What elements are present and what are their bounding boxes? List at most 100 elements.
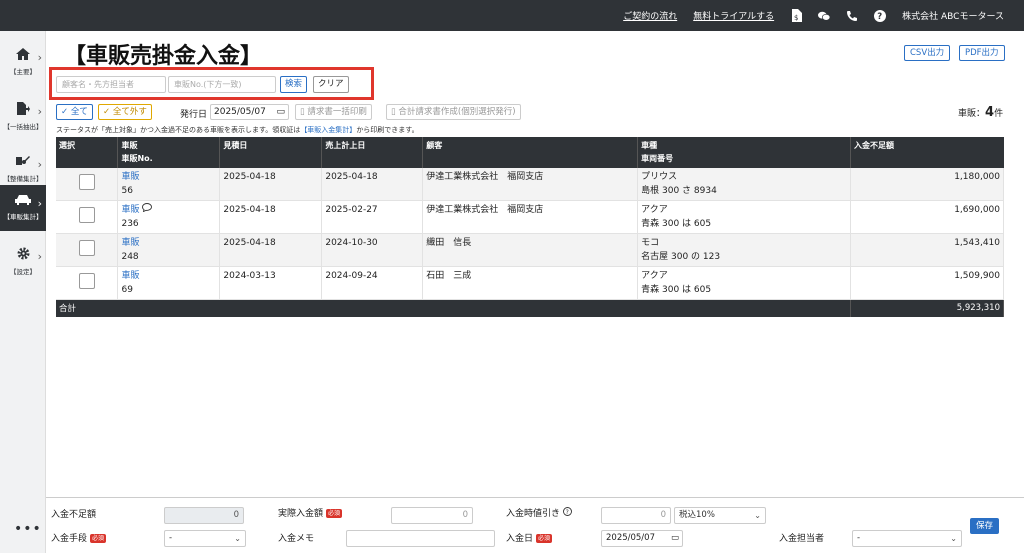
required-badge: 必須: [536, 534, 553, 543]
shortage-field: 0: [164, 507, 244, 524]
gear-icon: [17, 247, 30, 263]
free-trial-link[interactable]: 無料トライアルする: [693, 9, 774, 22]
bulk-invoice-print-button[interactable]: ▯ 請求書一括印刷: [295, 104, 372, 120]
payment-date-label: 入金日 必須: [506, 534, 553, 544]
sales-table: 選択 車販 車販No. 見積日 売上計上日 顧客 車種 車両番号 入金不足額 車販 5…: [56, 137, 1004, 317]
sales-payment-summary-link[interactable]: 【車販入金集計】: [300, 126, 356, 134]
row-checkbox[interactable]: [78, 207, 95, 223]
contract-flow-link[interactable]: ご契約の流れ: [623, 9, 677, 22]
sales-date: 2025-04-18: [321, 168, 424, 201]
issue-date-input[interactable]: 2025/05/07 ▭: [210, 104, 289, 120]
sales-date: 2024-09-24: [321, 266, 424, 300]
sale-link[interactable]: 車販: [121, 205, 139, 215]
sidebar: 【主要】 › 【一括抽出】 › 【整備集計】 › 【車販集計】 › 【設定】 ›…: [0, 31, 46, 553]
svg-text:?: ?: [565, 509, 568, 516]
car-model: アクア: [641, 205, 668, 215]
row-checkbox[interactable]: [78, 174, 95, 190]
customer-search-input[interactable]: 顧客名・先方担当者: [56, 76, 166, 93]
pdf-export-button[interactable]: PDF出力: [959, 45, 1005, 61]
memo-label: 入金メモ: [278, 534, 315, 544]
search-button[interactable]: 検索: [280, 76, 308, 93]
help-icon[interactable]: ?: [874, 9, 887, 22]
actual-amount-label: 実際入金額 必須: [278, 509, 343, 519]
method-label: 入金手段 必須: [51, 534, 107, 544]
col-sale: 車販 車販No.: [117, 137, 221, 168]
customer: 石田 三成: [422, 266, 639, 300]
plate-number: 名古屋 300 の 123: [641, 252, 721, 262]
comment-icon[interactable]: [142, 203, 153, 215]
sale-no: 236: [121, 219, 139, 229]
table-row: 車販 69 2024-03-13 2024-09-24 石田 三成 アクア 青森 3…: [56, 266, 1004, 300]
total-value: 5,923,310: [850, 299, 1004, 317]
csv-export-button[interactable]: CSV出力: [904, 45, 951, 61]
search-area-highlight: 顧客名・先方担当者 車販No.(下方一致) 検索 クリア: [49, 67, 374, 100]
discount-input[interactable]: 0: [601, 507, 671, 524]
discount-label: 入金時値引き ?: [506, 506, 572, 519]
sale-no: 69: [121, 285, 133, 295]
invoice-icon[interactable]: $: [790, 9, 802, 22]
shortage-amount: 1,509,900: [850, 266, 1004, 300]
chevron-down-icon: ⌄: [754, 511, 761, 520]
sale-no-search-input[interactable]: 車販No.(下方一致): [168, 76, 276, 93]
plate-number: 青森 300 は 605: [641, 285, 712, 295]
sidebar-item-car-sales-summary[interactable]: 【車販集計】 ›: [0, 185, 46, 231]
row-checkbox[interactable]: [78, 273, 95, 289]
chevron-right-icon: ›: [37, 197, 42, 210]
sales-date: 2025-02-27: [321, 200, 424, 234]
memo-input[interactable]: [346, 530, 495, 547]
svg-text:?: ?: [877, 12, 882, 22]
table-row: 車販 56 2025-04-18 2025-04-18 伊達工業株式会社 福岡支店…: [56, 168, 1004, 201]
save-button[interactable]: 保存: [970, 518, 1000, 534]
table-row: 車販 236 2025-04-18 2025-02-27 伊達工業株式会社 福岡…: [56, 200, 1004, 234]
sale-link[interactable]: 車販: [121, 271, 139, 281]
chevron-right-icon: ›: [37, 51, 42, 64]
combined-invoice-button[interactable]: ▯ 合計請求書作成(個別選択発行): [386, 104, 521, 120]
shortage-amount: 1,690,000: [850, 200, 1004, 234]
car-model: プリウス: [641, 172, 678, 182]
col-sales-date[interactable]: 売上計上日: [321, 137, 424, 168]
page-title: 【車販売掛金入金】: [64, 43, 263, 69]
sidebar-item-bulk-extract[interactable]: 【一括抽出】 ›: [0, 93, 46, 139]
tax-select[interactable]: 税込10% ⌄: [674, 507, 766, 524]
svg-text:$: $: [794, 14, 798, 22]
chat-icon[interactable]: [818, 10, 831, 22]
pdf-file-icon: ▯: [300, 107, 305, 117]
clear-button[interactable]: クリア: [313, 76, 349, 93]
payment-form: 入金不足額 0 実際入金額 必須 0 入金時値引き ? 0 税込10% ⌄ 入金手段…: [46, 497, 1024, 553]
sale-link[interactable]: 車販: [121, 172, 139, 182]
deselect-all-button[interactable]: ✓ 全て外す: [98, 104, 152, 120]
calendar-icon: ▭: [670, 533, 679, 543]
actual-amount-input[interactable]: 0: [391, 507, 473, 524]
company-name[interactable]: 株式会社 ABCモータース: [902, 9, 1004, 22]
row-checkbox[interactable]: [78, 240, 95, 256]
payment-date-input[interactable]: 2025/05/07 ▭: [601, 530, 683, 547]
home-icon: [16, 48, 30, 63]
customer: 織田 信長: [422, 233, 639, 267]
more-icon[interactable]: •••: [14, 521, 42, 537]
col-model[interactable]: 車種 車両番号: [637, 137, 852, 168]
sale-no: 56: [121, 186, 133, 196]
table-header-row: 選択 車販 車販No. 見積日 売上計上日 顧客 車種 車両番号 入金不足額: [56, 137, 1004, 168]
col-estimate-date[interactable]: 見積日: [219, 137, 323, 168]
help-icon[interactable]: ?: [562, 507, 572, 519]
estimate-date: 2025-04-18: [219, 168, 323, 201]
plate-number: 島根 300 さ 8934: [641, 186, 717, 196]
top-bar: ご契約の流れ 無料トライアルする $ ? 株式会社 ABCモータース: [0, 0, 1024, 31]
method-select[interactable]: - ⌄: [164, 530, 246, 547]
sidebar-item-main[interactable]: 【主要】 ›: [0, 39, 46, 85]
record-count: 車販：4件: [958, 105, 1004, 120]
issue-date-label: 発行日: [180, 110, 208, 120]
chevron-right-icon: ›: [37, 250, 42, 263]
phone-icon[interactable]: [846, 10, 858, 22]
select-all-button[interactable]: ✓ 全て: [56, 104, 93, 120]
col-shortage[interactable]: 入金不足額: [850, 137, 1004, 168]
sidebar-item-settings[interactable]: 【設定】 ›: [0, 238, 46, 284]
staff-select[interactable]: - ⌄: [852, 530, 962, 547]
sale-no: 248: [121, 252, 139, 262]
shortage-amount: 1,180,000: [850, 168, 1004, 201]
sidebar-item-label: 【一括抽出】: [3, 122, 43, 131]
sale-link[interactable]: 車販: [121, 238, 139, 248]
col-customer[interactable]: 顧客: [422, 137, 639, 168]
chevron-right-icon: ›: [37, 105, 42, 118]
col-select: 選択: [56, 137, 119, 168]
